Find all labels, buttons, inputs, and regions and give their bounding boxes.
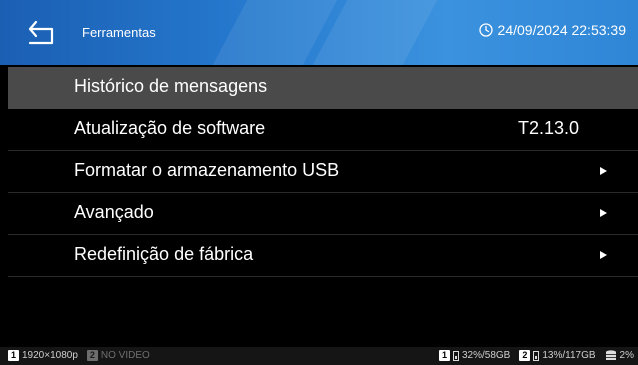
usb-drive-icon: [452, 350, 459, 361]
menu-item-label: Atualização de software: [74, 118, 266, 138]
usb-2-usage: 13%/117GB: [542, 350, 596, 361]
channel-2-status: NO VIDEO: [100, 350, 150, 361]
database-icon: [605, 350, 616, 360]
header-bar: Ferramentas 24/09/2024 22:53:39: [0, 0, 638, 65]
menu-item-label: Avançado: [74, 202, 154, 222]
menu-item-label: Formatar o armazenamento USB: [74, 160, 340, 180]
chevron-right-icon: [600, 167, 607, 175]
menu-item-advanced[interactable]: Avançado: [8, 193, 638, 235]
tools-menu: Histórico de mensagens Atualização de so…: [8, 67, 638, 277]
channel-1-resolution: 1920×1080p: [22, 350, 78, 361]
video-status: 1 1920×1080p 2 NO VIDEO: [8, 350, 150, 361]
storage-status: 1 32%/58GB 2 13%/117GB 2%: [438, 350, 634, 361]
chevron-right-icon: [600, 251, 607, 259]
usb-1-usage: 32%/58GB: [461, 350, 511, 361]
menu-item-label: Histórico de mensagens: [74, 76, 268, 96]
datetime-text: 24/09/2024 22:53:39: [497, 22, 626, 38]
channel-2-badge: 2: [86, 350, 98, 361]
software-version: T2.13.0: [518, 118, 580, 138]
channel-1-badge: 1: [8, 350, 19, 361]
menu-item-message-history[interactable]: Histórico de mensagens: [8, 67, 638, 109]
back-arrow-icon[interactable]: [24, 18, 58, 48]
menu-item-label: Redefinição de fábrica: [74, 244, 254, 264]
page-title: Ferramentas: [82, 25, 156, 40]
clock-icon: [478, 23, 493, 37]
menu-item-software-update[interactable]: Atualização de software T2.13.0: [8, 109, 638, 151]
usb-drive-icon: [533, 350, 540, 361]
menu-item-factory-reset[interactable]: Redefinição de fábrica: [8, 235, 638, 277]
storage-usage: 2%: [619, 350, 634, 361]
usb-2-badge: 2: [519, 350, 531, 361]
menu-item-format-usb[interactable]: Formatar o armazenamento USB: [8, 151, 638, 193]
chevron-right-icon: [600, 209, 607, 217]
status-bar: 1 1920×1080p 2 NO VIDEO 1 32%/58GB 2 13%…: [0, 347, 638, 365]
datetime-display: 24/09/2024 22:53:39: [478, 22, 626, 38]
usb-1-badge: 1: [438, 350, 450, 361]
